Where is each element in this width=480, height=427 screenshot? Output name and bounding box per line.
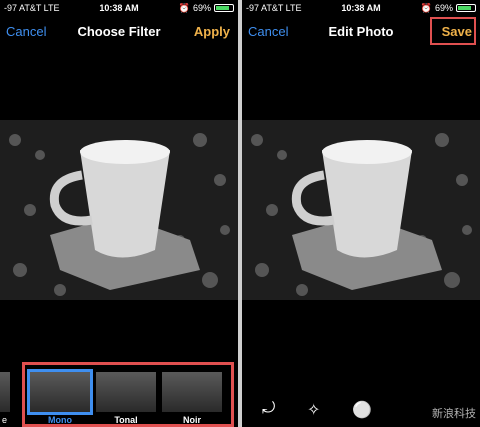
save-highlight-box — [430, 17, 476, 45]
filter-strip: e Mono Tonal Noir — [0, 362, 238, 427]
filter-label-partial: e — [2, 415, 8, 425]
apply-button[interactable]: Apply — [194, 24, 230, 39]
filter-label-tonal: Tonal — [114, 415, 138, 425]
status-bar: -97 AT&T LTE 10:38 AM ⏰ 69% — [242, 0, 480, 16]
photo-preview — [242, 120, 480, 300]
battery-percent: 69% — [434, 3, 453, 13]
alarm-icon: ⏰ — [178, 2, 190, 13]
mug-photo — [242, 120, 480, 300]
photo-preview — [0, 120, 238, 300]
edit-photo-screen: -97 AT&T LTE 10:38 AM ⏰ 69% Cancel Edit … — [242, 0, 480, 427]
filter-label-mono: Mono — [48, 415, 72, 425]
battery-icon — [214, 4, 234, 12]
filters-icon[interactable]: ⚪ — [352, 400, 372, 420]
status-right: ⏰ 69% — [421, 3, 476, 14]
rotate-icon[interactable]: ⤾ — [262, 400, 275, 418]
battery-icon — [456, 4, 476, 12]
status-bar: -97 AT&T LTE 10:38 AM ⏰ 69% — [0, 0, 238, 16]
edit-toolbar: ⤾ ✧ ⚪ 新浪科技 — [242, 392, 480, 427]
magic-wand-icon[interactable]: ✧ — [307, 400, 320, 420]
filter-thumb-tonal[interactable] — [96, 372, 156, 412]
alarm-icon: ⏰ — [420, 2, 432, 13]
filter-thumb-mono[interactable] — [27, 369, 93, 415]
battery-percent: 69% — [192, 3, 211, 13]
nav-bar: Cancel Choose Filter Apply — [0, 16, 238, 48]
status-right: ⏰ 69% — [179, 3, 234, 14]
choose-filter-screen: -97 AT&T LTE 10:38 AM ⏰ 69% Cancel Choos… — [0, 0, 238, 427]
watermark: 新浪科技 — [432, 407, 476, 420]
filter-label-noir: Noir — [183, 415, 201, 425]
filter-thumb-noir[interactable] — [162, 372, 222, 412]
mug-photo — [0, 120, 238, 300]
filter-thumb-partial[interactable] — [0, 372, 10, 412]
